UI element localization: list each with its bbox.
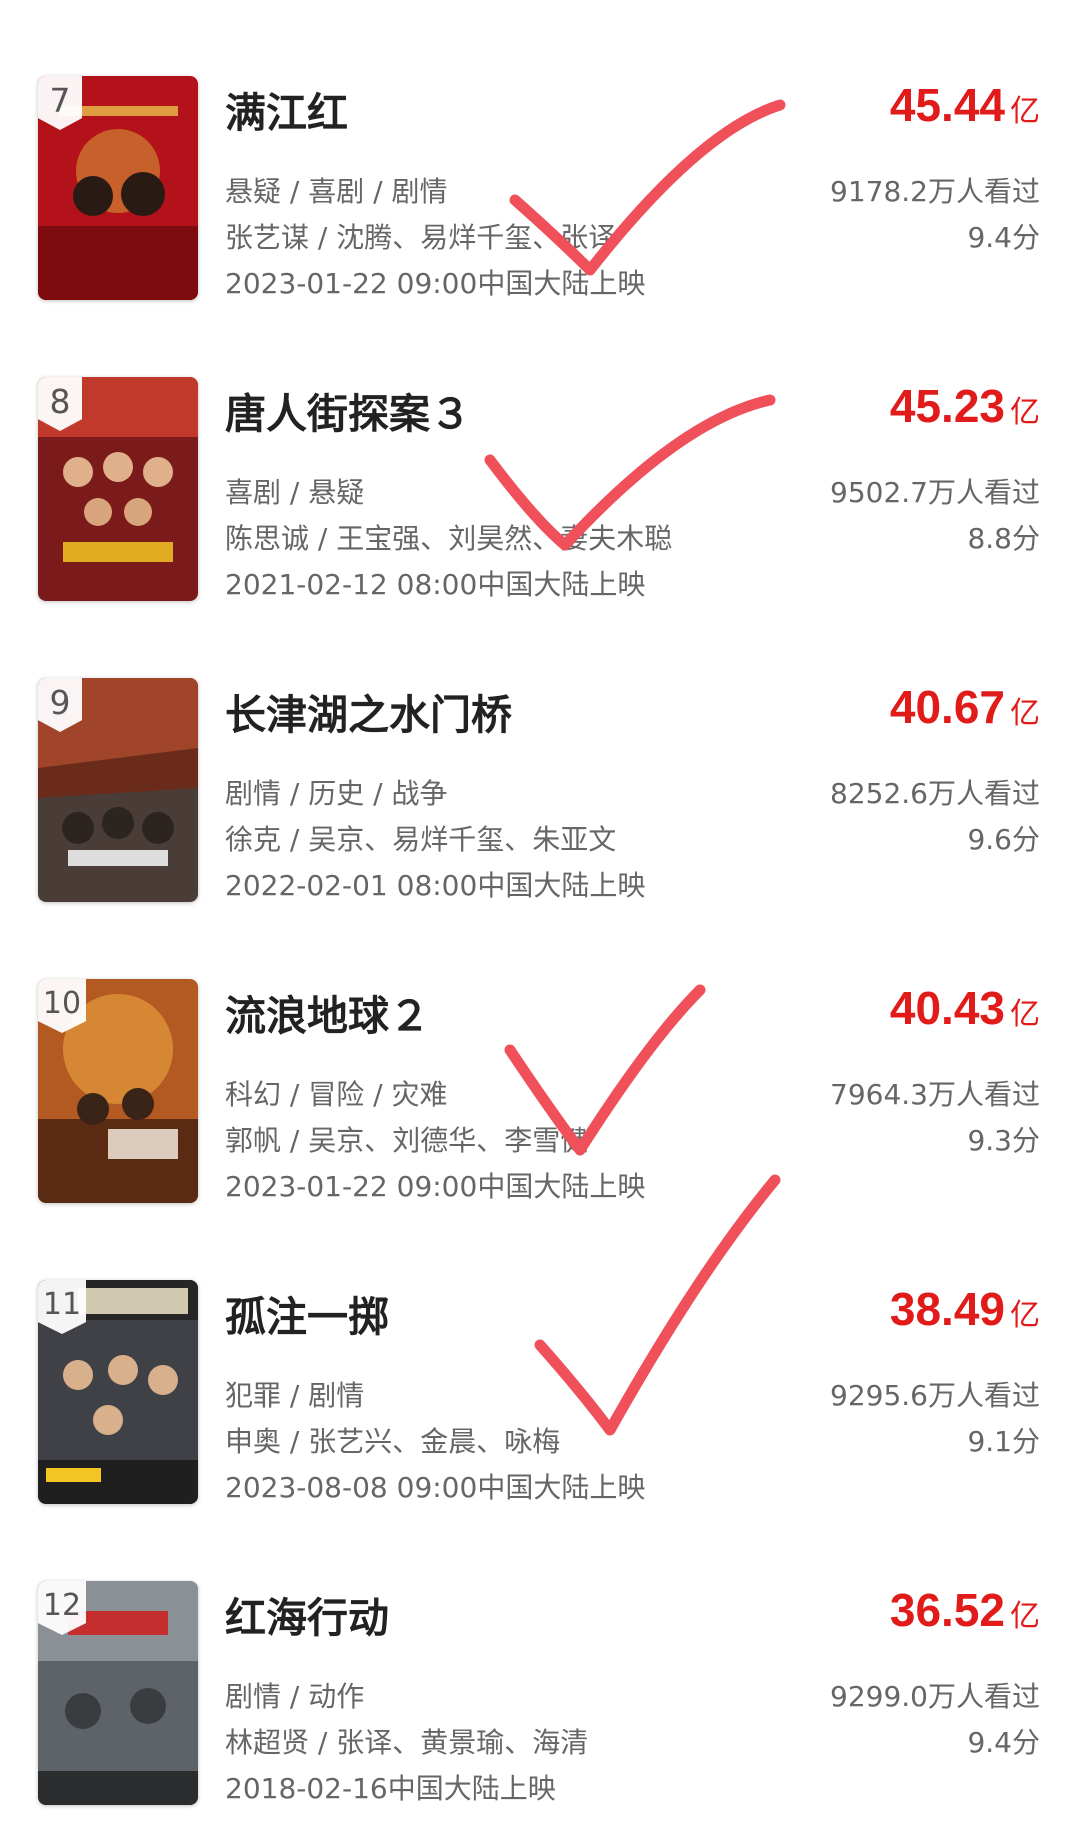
box-office: 45.44 亿	[890, 78, 1040, 132]
movie-genre: 科幻 / 冒险 / 灾难	[225, 1078, 448, 1111]
movie-title[interactable]: 流浪地球２	[225, 982, 430, 1042]
movie-genre: 剧情 / 历史 / 战争	[225, 777, 448, 810]
movie-genre: 悬疑 / 喜剧 / 剧情	[225, 175, 448, 208]
release-date: 2022-02-01 08:00中国大陆上映	[225, 869, 646, 902]
movie-title[interactable]: 满江红	[225, 79, 348, 139]
movie-cast: 张艺谋 / 沈腾、易烊千玺、张译	[225, 221, 617, 254]
viewer-count: 9295.6万人看过	[830, 1379, 1040, 1412]
movie-item[interactable]: 7 满江红 悬疑 / 喜剧 / 剧情 张艺谋 / 沈腾、易烊千玺、张译 2023…	[0, 0, 1080, 301]
movie-genre: 喜剧 / 悬疑	[225, 476, 365, 509]
movie-poster[interactable]: 7	[38, 76, 198, 300]
release-date: 2023-01-22 09:00中国大陆上映	[225, 1170, 646, 1203]
movie-cast: 郭帆 / 吴京、刘德华、李雪健	[225, 1124, 589, 1157]
box-office: 45.23 亿	[890, 379, 1040, 433]
movie-item[interactable]: 12 红海行动 剧情 / 动作 林超贤 / 张译、黄景瑜、海清 2018-02-…	[0, 1505, 1080, 1806]
movie-score: 9.4分	[967, 221, 1040, 254]
movie-item[interactable]: 11 孤注一掷 犯罪 / 剧情 申奥 / 张艺兴、金晨、咏梅 2023-08-0…	[0, 1204, 1080, 1505]
box-office-unit: 亿	[1010, 997, 1040, 1032]
viewer-count: 7964.3万人看过	[830, 1078, 1040, 1111]
movie-item[interactable]: 8 唐人街探案３ 喜剧 / 悬疑 陈思诚 / 王宝强、刘昊然、妻夫木聪 2021…	[0, 301, 1080, 602]
box-office-value: 45.44	[889, 79, 1005, 131]
box-office: 40.43 亿	[890, 981, 1040, 1035]
movie-cast: 徐克 / 吴京、易烊千玺、朱亚文	[225, 823, 617, 856]
movie-title[interactable]: 唐人街探案３	[225, 380, 471, 440]
box-office-unit: 亿	[1010, 94, 1040, 129]
release-date: 2021-02-12 08:00中国大陆上映	[225, 568, 646, 601]
movie-score: 9.3分	[967, 1124, 1040, 1157]
box-office: 36.52 亿	[890, 1583, 1040, 1637]
box-office: 40.67 亿	[890, 680, 1040, 734]
movie-poster[interactable]: 9	[38, 678, 198, 902]
movie-cast: 陈思诚 / 王宝强、刘昊然、妻夫木聪	[225, 522, 673, 555]
movie-cast: 申奥 / 张艺兴、金晨、咏梅	[225, 1425, 561, 1458]
movie-poster[interactable]: 10	[38, 979, 198, 1203]
movie-poster[interactable]: 8	[38, 377, 198, 601]
movie-title[interactable]: 红海行动	[225, 1584, 389, 1644]
movie-title[interactable]: 长津湖之水门桥	[225, 681, 512, 741]
box-office-unit: 亿	[1010, 1599, 1040, 1634]
movie-score: 8.8分	[967, 522, 1040, 555]
viewer-count: 9502.7万人看过	[830, 476, 1040, 509]
release-date: 2023-08-08 09:00中国大陆上映	[225, 1471, 646, 1504]
movie-item[interactable]: 10 流浪地球２ 科幻 / 冒险 / 灾难 郭帆 / 吴京、刘德华、李雪健 20…	[0, 903, 1080, 1204]
box-office-value: 45.23	[889, 380, 1005, 432]
box-office-value: 40.67	[889, 681, 1005, 733]
box-office-value: 36.52	[889, 1584, 1005, 1636]
viewer-count: 8252.6万人看过	[830, 777, 1040, 810]
release-date: 2018-02-16中国大陆上映	[225, 1772, 556, 1805]
release-date: 2023-01-22 09:00中国大陆上映	[225, 267, 646, 300]
movie-poster[interactable]: 11	[38, 1280, 198, 1504]
movie-poster[interactable]: 12	[38, 1581, 198, 1805]
box-office-unit: 亿	[1010, 696, 1040, 731]
movie-title[interactable]: 孤注一掷	[225, 1283, 389, 1343]
movie-score: 9.4分	[967, 1726, 1040, 1759]
viewer-count: 9299.0万人看过	[830, 1680, 1040, 1713]
box-office-value: 38.49	[889, 1283, 1005, 1335]
movie-cast: 林超贤 / 张译、黄景瑜、海清	[225, 1726, 589, 1759]
box-office-value: 40.43	[889, 982, 1005, 1034]
viewer-count: 9178.2万人看过	[830, 175, 1040, 208]
movie-score: 9.6分	[967, 823, 1040, 856]
movie-score: 9.1分	[967, 1425, 1040, 1458]
movie-item[interactable]: 9 长津湖之水门桥 剧情 / 历史 / 战争 徐克 / 吴京、易烊千玺、朱亚文 …	[0, 602, 1080, 903]
box-office: 38.49 亿	[890, 1282, 1040, 1336]
box-office-unit: 亿	[1010, 1298, 1040, 1333]
box-office-unit: 亿	[1010, 395, 1040, 430]
movie-genre: 剧情 / 动作	[225, 1680, 365, 1713]
movie-genre: 犯罪 / 剧情	[225, 1379, 365, 1412]
